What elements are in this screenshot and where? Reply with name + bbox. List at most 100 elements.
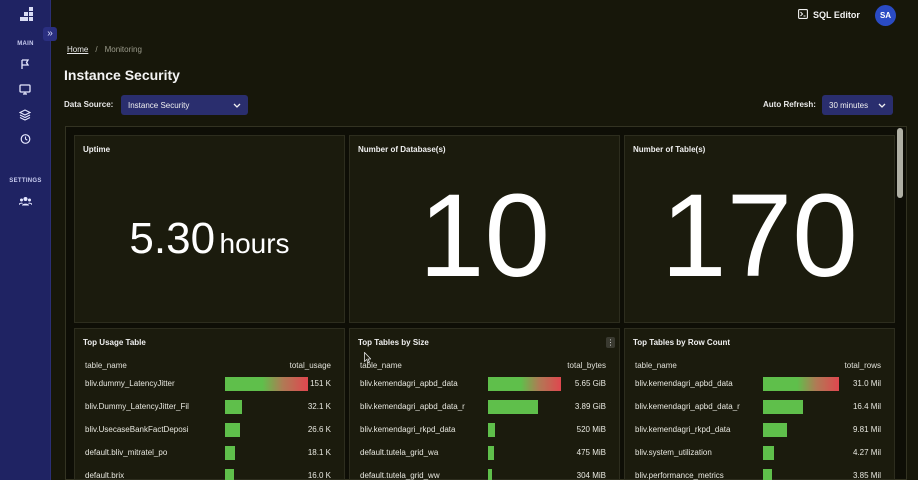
top-rows-panel: Top Tables by Row Count table_name total…	[624, 328, 895, 480]
table-name-cell: bliv.dummy_LatencyJitter	[85, 379, 175, 388]
value-cell: 3.89 GiB	[574, 402, 606, 411]
layers-icon[interactable]	[18, 108, 32, 122]
value-bar	[488, 400, 538, 414]
value-bar	[763, 423, 787, 437]
uptime-unit: hours	[219, 228, 290, 259]
table-name-cell: bliv.Dummy_LatencyJitter_Fil	[85, 402, 189, 411]
dashboard-scrollbar[interactable]	[897, 128, 903, 198]
panel-title: Top Tables by Row Count	[633, 338, 731, 347]
panel-title: Uptime	[83, 145, 111, 154]
value-bar	[488, 377, 561, 391]
column-header[interactable]: total_usage	[290, 361, 331, 370]
table-row[interactable]: default.tutela_grid_ww 304 MiB	[360, 469, 606, 480]
terminal-icon	[798, 9, 808, 21]
value-bar	[488, 446, 494, 460]
value-bar	[225, 423, 240, 437]
value-bar	[488, 469, 492, 480]
data-source-value: Instance Security	[128, 100, 190, 110]
value-cell: 3.85 Mil	[852, 471, 881, 480]
sidebar-collapse-button[interactable]: »	[43, 27, 57, 41]
logo-icon[interactable]	[20, 7, 33, 21]
sidebar-section-settings: SETTINGS	[9, 178, 42, 184]
table-row[interactable]: bliv.system_utilization 4.27 Mil	[635, 446, 881, 460]
table-row[interactable]: bliv.UsecaseBankFactDeposi 26.6 K	[85, 423, 331, 437]
value-bar	[763, 469, 772, 480]
table-name-cell: bliv.UsecaseBankFactDeposi	[85, 425, 189, 434]
tables-panel: Number of Table(s) 170	[624, 135, 895, 323]
table-name-cell: bliv.kemendagri_rkpd_data	[635, 425, 731, 434]
databases-value: 10	[418, 170, 551, 302]
panel-title: Top Tables by Size	[358, 338, 429, 347]
panel-title: Number of Database(s)	[358, 145, 446, 154]
value-cell: 475 MiB	[576, 448, 606, 457]
table-row[interactable]: bliv.performance_metrics 3.85 Mil	[635, 469, 881, 480]
panel-title: Top Usage Table	[83, 338, 146, 347]
column-header[interactable]: total_bytes	[567, 361, 606, 370]
table-row[interactable]: bliv.kemendagri_rkpd_data 9.81 Mil	[635, 423, 881, 437]
history-icon[interactable]	[18, 132, 32, 146]
flag-icon[interactable]	[18, 57, 32, 71]
value-cell: 18.1 K	[307, 448, 331, 457]
uptime-value: 5.30	[129, 214, 216, 263]
table-row[interactable]: bliv.kemendagri_apbd_data 31.0 Mil	[635, 377, 881, 391]
table-name-cell: default.bliv_mitratel_po	[85, 448, 168, 457]
value-cell: 520 MiB	[576, 425, 606, 434]
column-header[interactable]: table_name	[635, 361, 677, 370]
panel-title: Number of Table(s)	[633, 145, 706, 154]
top-bar	[51, 0, 918, 30]
value-cell: 9.81 Mil	[852, 425, 881, 434]
value-cell: 16.4 Mil	[852, 402, 881, 411]
table-row[interactable]: default.tutela_grid_wa 475 MiB	[360, 446, 606, 460]
table-name-cell: bliv.system_utilization	[635, 448, 712, 457]
value-cell: 31.0 Mil	[852, 379, 881, 388]
value-bar	[488, 423, 495, 437]
breadcrumb-home[interactable]: Home	[67, 45, 88, 54]
table-name-cell: default.tutela_grid_wa	[360, 448, 439, 457]
users-icon[interactable]	[18, 194, 32, 208]
uptime-stat: 5.30 hours	[75, 214, 344, 264]
top-size-panel: Top Tables by Size ⋮ table_name total_by…	[349, 328, 620, 480]
table-name-cell: default.brix	[85, 471, 125, 480]
table-row[interactable]: bliv.kemendagri_apbd_data_r 16.4 Mil	[635, 400, 881, 414]
table-row[interactable]: default.brix 16.0 K	[85, 469, 331, 480]
value-bar	[225, 377, 308, 391]
panel-menu-icon[interactable]: ⋮	[606, 337, 615, 348]
avatar[interactable]: SA	[875, 5, 896, 26]
column-header[interactable]: total_rows	[845, 361, 881, 370]
column-header[interactable]: table_name	[85, 361, 127, 370]
table-name-cell: bliv.performance_metrics	[635, 471, 724, 480]
table-name-cell: bliv.kemendagri_apbd_data_r	[635, 402, 740, 411]
table-name-cell: bliv.kemendagri_rkpd_data	[360, 425, 456, 434]
value-bar	[763, 400, 803, 414]
table-row[interactable]: bliv.kemendagri_rkpd_data 520 MiB	[360, 423, 606, 437]
data-source-label: Data Source:	[64, 100, 114, 109]
value-cell: 26.6 K	[307, 425, 331, 434]
value-cell: 16.0 K	[307, 471, 331, 480]
value-cell: 32.1 K	[307, 402, 331, 411]
auto-refresh-select[interactable]: 30 minutes	[822, 95, 893, 115]
table-name-cell: bliv.kemendagri_apbd_data_r	[360, 402, 465, 411]
table-row[interactable]: bliv.dummy_LatencyJitter 151 K	[85, 377, 331, 391]
auto-refresh-value: 30 minutes	[829, 100, 869, 110]
breadcrumb-separator: /	[95, 45, 98, 54]
table-name-cell: bliv.kemendagri_apbd_data	[635, 379, 733, 388]
databases-panel: Number of Database(s) 10	[349, 135, 620, 323]
table-row[interactable]: bliv.Dummy_LatencyJitter_Fil 32.1 K	[85, 400, 331, 414]
monitor-icon[interactable]	[18, 82, 32, 96]
value-bar	[763, 377, 839, 391]
value-bar	[225, 446, 235, 460]
table-row[interactable]: bliv.kemendagri_apbd_data 5.65 GiB	[360, 377, 606, 391]
table-header: table_name total_usage	[85, 361, 331, 370]
data-source-select[interactable]: Instance Security	[121, 95, 248, 115]
table-header: table_name total_bytes	[360, 361, 606, 370]
page-title: Instance Security	[64, 67, 180, 83]
value-bar	[763, 446, 774, 460]
table-row[interactable]: default.bliv_mitratel_po 18.1 K	[85, 446, 331, 460]
sidebar-section-main: MAIN	[17, 41, 34, 47]
table-row[interactable]: bliv.kemendagri_apbd_data_r 3.89 GiB	[360, 400, 606, 414]
value-cell: 4.27 Mil	[852, 448, 881, 457]
mouse-cursor-icon	[364, 352, 371, 363]
top-usage-panel: Top Usage Table table_name total_usage b…	[74, 328, 345, 480]
sql-editor-button[interactable]: SQL Editor	[798, 9, 860, 21]
auto-refresh-label: Auto Refresh:	[763, 100, 816, 109]
